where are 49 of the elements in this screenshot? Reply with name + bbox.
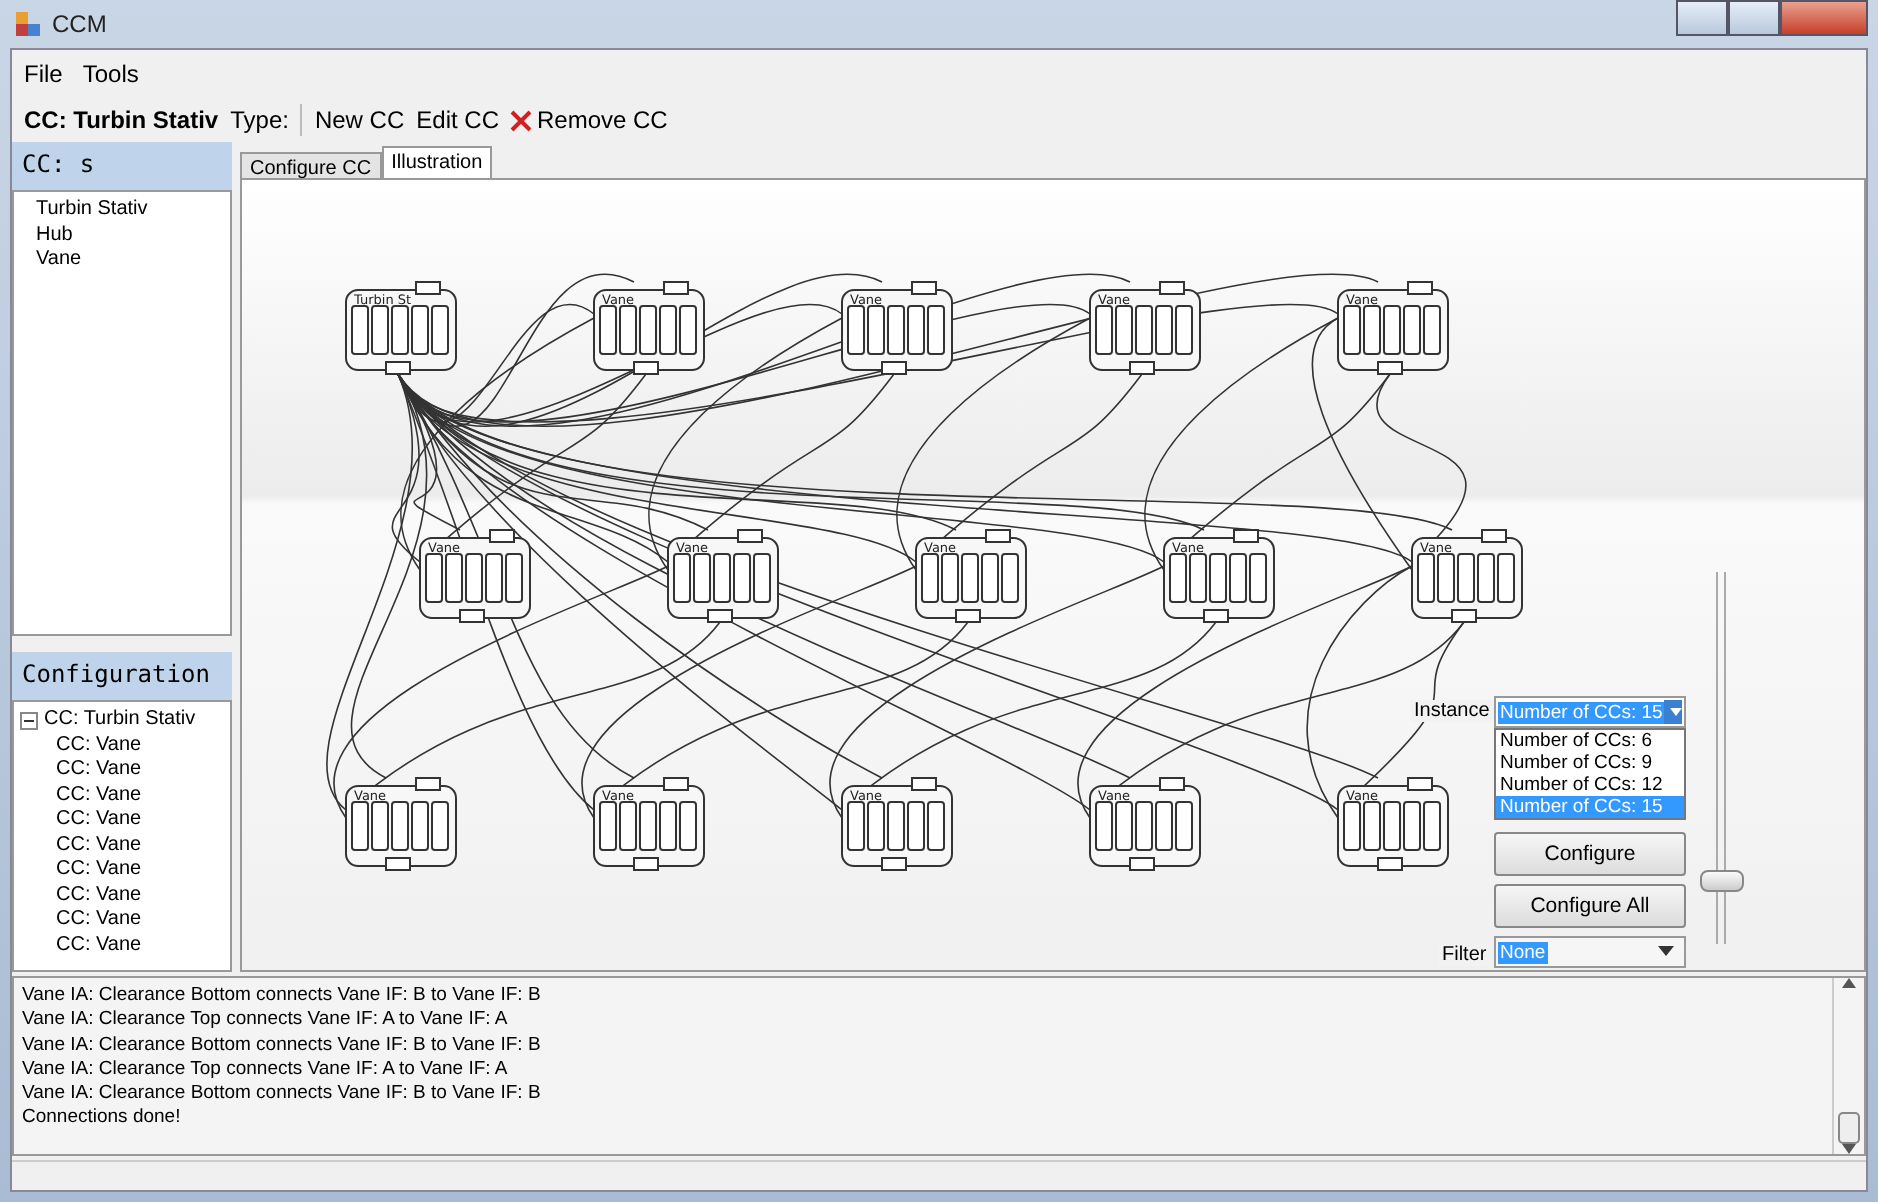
tree-item[interactable]: CC: Vane [56, 883, 142, 908]
tree-item[interactable]: CC: Vane [56, 833, 142, 858]
tree-item[interactable]: CC: Vane [56, 858, 142, 883]
configure-button[interactable]: Configure [1494, 832, 1686, 876]
window-title: CCM [52, 10, 107, 38]
scroll-thumb-icon[interactable] [1838, 1112, 1860, 1144]
tree-item[interactable]: CC: Turbin Stativ [44, 708, 196, 733]
slider-thumb[interactable] [1700, 870, 1744, 893]
panel-header: Configuration [12, 652, 232, 700]
log-line: Vane IA: Clearance Top connects Vane IF: A to Vane IF: A [22, 1057, 510, 1083]
app-icon [14, 10, 42, 38]
minimize-button[interactable] [1676, 0, 1728, 36]
tree-item[interactable]: CC: Vane [56, 808, 142, 833]
panel-header: CC: s [12, 142, 232, 190]
filter-label: Filter [1438, 944, 1491, 966]
current-cc-label: CC: Turbin Stativ [24, 106, 219, 134]
log-line: Vane IA: Clearance Bottom connects Vane IF: B to Vane IF: B [22, 984, 543, 1009]
tree-item[interactable]: Turbin Stativ [36, 198, 148, 223]
caret-icon [1664, 700, 1682, 724]
instance-label: Instance [1410, 700, 1494, 722]
caret-icon [1658, 946, 1674, 958]
log-line: Vane IA: Clearance Bottom connects Vane IF: B to Vane IF: B [22, 1033, 543, 1058]
tree-item[interactable]: CC: Vane [56, 758, 142, 783]
tab[interactable]: Configure CC [240, 152, 382, 178]
tree-item[interactable]: CC: Vane [56, 908, 142, 933]
scroll-up-icon [1842, 978, 1856, 988]
log-line: Connections done! [22, 1106, 183, 1132]
tree-item[interactable]: Hub [36, 223, 73, 248]
tree-item[interactable]: CC: Vane [56, 933, 142, 958]
type-label: Type: [230, 106, 289, 134]
dropdown-option[interactable]: Number of CCs: 6 [1496, 730, 1684, 752]
toolbar-button[interactable]: New CC [314, 106, 405, 134]
remove-button[interactable]: Remove CC [510, 106, 668, 134]
log-line: Vane IA: Clearance Top connects Vane IF: A to Vane IF: A [22, 1008, 510, 1034]
close-icon [510, 109, 533, 131]
collapse-icon[interactable] [20, 711, 38, 730]
configure-all-button[interactable]: Configure All [1494, 884, 1686, 928]
dropdown-option[interactable]: Number of CCs: 12 [1496, 774, 1684, 796]
tree-item[interactable]: CC: Vane [56, 733, 142, 758]
maximize-button[interactable] [1728, 0, 1780, 36]
menu-item[interactable]: File [24, 60, 63, 88]
toolbar-button[interactable]: Edit CC [416, 106, 499, 134]
menu-item[interactable]: Tools [82, 60, 139, 88]
close-button[interactable] [1780, 0, 1868, 36]
tree-item[interactable]: Vane [36, 248, 82, 273]
tab[interactable]: Illustration [381, 146, 493, 178]
dropdown-option[interactable]: Number of CCs: 9 [1496, 752, 1684, 774]
log-line: Vane IA: Clearance Bottom connects Vane IF: B to Vane IF: B [22, 1082, 543, 1107]
tree-item[interactable]: CC: Vane [56, 783, 142, 808]
